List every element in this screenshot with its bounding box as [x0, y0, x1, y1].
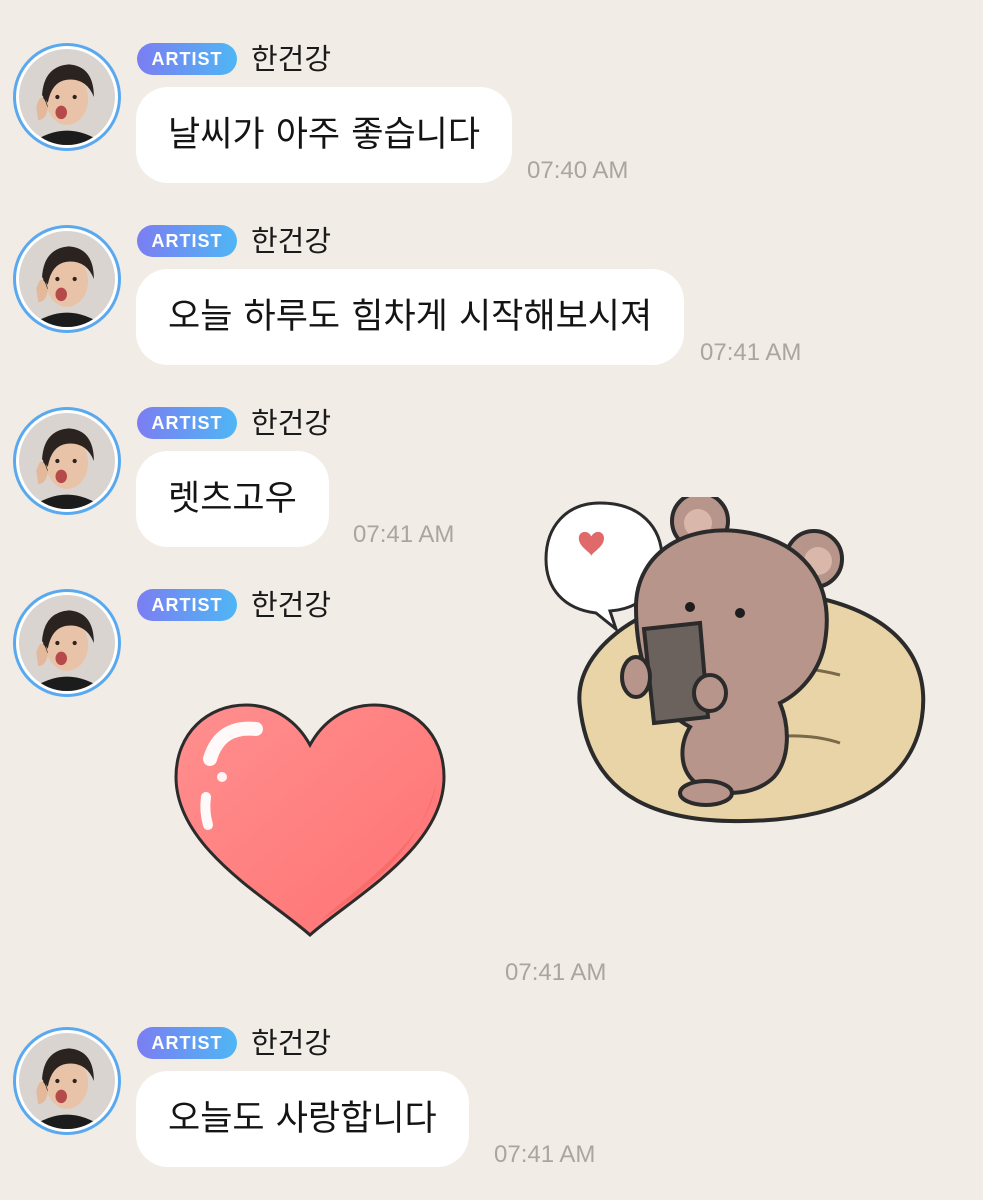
message-bubble[interactable]: 날씨가 아주 좋습니다 — [136, 87, 513, 183]
artist-badge: ARTIST — [137, 589, 237, 621]
message-timestamp: 07:40 AM — [527, 157, 629, 184]
sender-name[interactable]: 한건강 — [251, 222, 331, 260]
message-timestamp: 07:41 AM — [494, 1141, 596, 1168]
sender-avatar[interactable] — [13, 589, 121, 697]
avatar-photo-icon — [19, 1033, 115, 1129]
message-bubble[interactable]: 오늘도 사랑합니다 — [136, 1071, 469, 1167]
message-timestamp: 07:41 AM — [700, 339, 802, 366]
artist-badge: ARTIST — [137, 43, 237, 75]
sender-name[interactable]: 한건강 — [251, 40, 331, 78]
sender-name[interactable]: 한건강 — [251, 1024, 331, 1062]
sender-avatar[interactable] — [13, 43, 121, 151]
message-bubble[interactable]: 렛츠고우 — [136, 451, 329, 547]
avatar-photo-icon — [19, 595, 115, 691]
artist-badge: ARTIST — [137, 1027, 237, 1059]
artist-badge: ARTIST — [137, 407, 237, 439]
message-bubble[interactable]: 오늘 하루도 힘차게 시작해보시져 — [136, 269, 685, 365]
sender-name[interactable]: 한건강 — [251, 404, 331, 442]
avatar-photo-icon — [19, 413, 115, 509]
bear-with-phone-sticker[interactable] — [540, 497, 930, 827]
sender-avatar[interactable] — [13, 225, 121, 333]
message-timestamp: 07:41 AM — [505, 959, 607, 986]
avatar-photo-icon — [19, 231, 115, 327]
message-timestamp: 07:41 AM — [353, 521, 455, 548]
heart-sticker[interactable] — [170, 699, 450, 939]
artist-badge: ARTIST — [137, 225, 237, 257]
sender-name[interactable]: 한건강 — [251, 586, 331, 624]
sender-avatar[interactable] — [13, 1027, 121, 1135]
avatar-photo-icon — [19, 49, 115, 145]
sender-avatar[interactable] — [13, 407, 121, 515]
